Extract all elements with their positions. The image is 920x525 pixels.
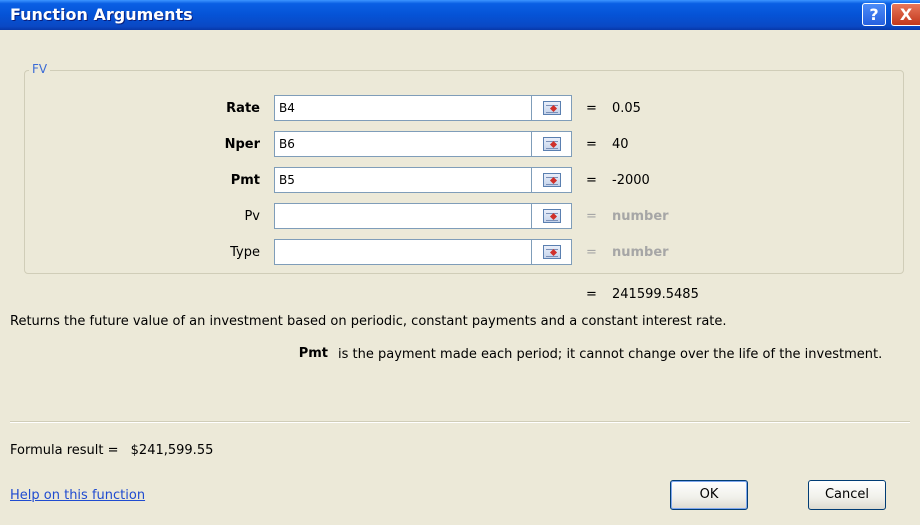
pv-result: number <box>612 209 669 224</box>
dialog-title: Function Arguments <box>10 5 193 24</box>
title-bar[interactable]: Function Arguments ? X <box>0 0 920 30</box>
nper-label: Nper <box>224 137 260 152</box>
nper-input[interactable]: B6 <box>274 131 532 157</box>
separator <box>10 421 910 423</box>
help-icon[interactable]: ? <box>862 3 886 26</box>
type-label: Type <box>230 245 260 260</box>
collapse-dialog-icon <box>543 173 561 187</box>
function-name-legend: FV <box>29 62 51 76</box>
function-arguments-dialog: Function Arguments ? X FV Rate B4 = 0.05… <box>0 0 920 525</box>
function-description: Returns the future value of an investmen… <box>10 314 727 329</box>
rate-result: 0.05 <box>612 101 641 116</box>
ok-button[interactable]: OK <box>670 480 748 510</box>
overall-result: 241599.5485 <box>612 287 699 302</box>
overall-equals: = <box>586 287 597 302</box>
rate-collapse-button[interactable] <box>532 95 572 121</box>
pv-input[interactable] <box>274 203 532 229</box>
close-icon[interactable]: X <box>891 3 920 26</box>
collapse-dialog-icon <box>543 137 561 151</box>
type-input[interactable] <box>274 239 532 265</box>
pv-label: Pv <box>244 209 260 224</box>
arg-help-text: is the payment made each period; it cann… <box>338 347 883 362</box>
collapse-dialog-icon <box>543 101 561 115</box>
pmt-equals: = <box>586 173 597 188</box>
collapse-dialog-icon <box>543 245 561 259</box>
pmt-collapse-button[interactable] <box>532 167 572 193</box>
collapse-dialog-icon <box>543 209 561 223</box>
formula-result-value: $241,599.55 <box>130 443 214 458</box>
rate-input[interactable]: B4 <box>274 95 532 121</box>
nper-equals: = <box>586 137 597 152</box>
rate-label: Rate <box>226 101 260 116</box>
rate-equals: = <box>586 101 597 116</box>
type-equals: = <box>586 245 597 260</box>
arg-help-name: Pmt <box>298 346 328 361</box>
pv-equals: = <box>586 209 597 224</box>
formula-result: Formula result = $241,599.55 <box>10 443 213 458</box>
pmt-result: -2000 <box>612 173 650 188</box>
help-on-function-link[interactable]: Help on this function <box>10 488 145 503</box>
type-collapse-button[interactable] <box>532 239 572 265</box>
formula-result-label: Formula result = <box>10 443 119 458</box>
pmt-label: Pmt <box>230 173 260 188</box>
cancel-button[interactable]: Cancel <box>808 480 886 510</box>
pmt-input[interactable]: B5 <box>274 167 532 193</box>
nper-collapse-button[interactable] <box>532 131 572 157</box>
pv-collapse-button[interactable] <box>532 203 572 229</box>
type-result: number <box>612 245 669 260</box>
nper-result: 40 <box>612 137 629 152</box>
